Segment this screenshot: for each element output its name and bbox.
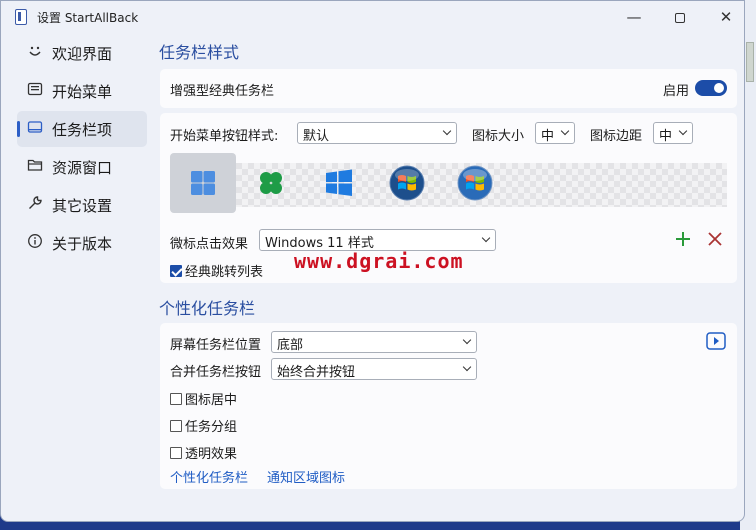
sidebar-item-about[interactable]: 关于版本 (17, 225, 147, 261)
folder-icon (27, 157, 43, 177)
combine-select[interactable]: 始终合并按钮 (271, 358, 477, 380)
sidebar: 欢迎界面 开始菜单 任务栏项 资源窗口 其它设置 关于版本 (17, 35, 147, 263)
close-icon (708, 232, 722, 246)
start-button-win7-alt[interactable] (442, 153, 508, 213)
sidebar-item-label: 开始菜单 (52, 82, 113, 101)
sidebar-item-explorer[interactable]: 资源窗口 (17, 149, 147, 185)
enhanced-taskbar-toggle[interactable] (695, 80, 727, 96)
maximize-icon (675, 12, 685, 23)
group-tasks-checkbox[interactable]: 任务分组 (170, 416, 237, 435)
sidebar-item-label: 任务栏项 (52, 120, 113, 139)
play-icon (706, 332, 726, 350)
center-icons-label: 图标居中 (185, 393, 238, 408)
click-effect-label: 微标点击效果 (170, 237, 249, 252)
add-button[interactable] (674, 230, 692, 252)
position-select[interactable]: 底部 (271, 331, 477, 353)
sidebar-item-welcome[interactable]: 欢迎界面 (17, 35, 147, 71)
icon-size-label: 图标大小 (472, 129, 525, 144)
icon-margin-value: 中 (659, 129, 673, 144)
title-bar[interactable]: 设置 StartAllBack — ✕ (1, 1, 744, 33)
desktop-widget (746, 42, 754, 82)
center-icons-checkbox[interactable]: 图标居中 (170, 389, 237, 408)
app-icon (15, 9, 27, 25)
clover-logo-icon (260, 172, 282, 194)
sidebar-item-start-menu[interactable]: 开始菜单 (17, 73, 147, 109)
close-button[interactable]: ✕ (703, 5, 749, 29)
sidebar-item-other[interactable]: 其它设置 (17, 187, 147, 223)
preview-video-button[interactable] (706, 332, 726, 354)
win11-logo-icon (191, 171, 215, 195)
remove-button[interactable] (707, 231, 723, 251)
icon-margin-select[interactable]: 中 (653, 122, 693, 144)
start-button-win7[interactable] (374, 153, 440, 213)
start-button-win11[interactable] (170, 153, 236, 213)
personalize-taskbar-link[interactable]: 个性化任务栏 (170, 467, 248, 486)
section-title-taskbar-style: 任务栏样式 (159, 43, 240, 62)
info-icon (27, 233, 43, 253)
start-button-win10[interactable] (306, 153, 372, 213)
win10-logo-icon (326, 169, 352, 196)
section-title-personalize: 个性化任务栏 (159, 299, 256, 318)
start-button-style-value: 默认 (303, 129, 330, 144)
plus-icon (676, 232, 690, 246)
win7-orb-icon (389, 165, 425, 201)
minimize-button[interactable]: — (611, 5, 657, 29)
transparent-label: 透明效果 (185, 447, 238, 462)
maximize-button[interactable] (657, 5, 703, 29)
start-button-style-select[interactable]: 默认 (297, 122, 457, 144)
watermark-text: www.dgrai.com (294, 249, 464, 273)
enhanced-taskbar-card: 增强型经典任务栏 启用 (160, 69, 737, 108)
personalize-card: 屏幕任务栏位置 底部 合并任务栏按钮 始终合并按钮 图标居中 任务分组 透明效果… (160, 323, 737, 489)
sidebar-item-label: 欢迎界面 (52, 44, 113, 63)
wrench-icon (27, 195, 43, 215)
smile-icon (27, 43, 43, 63)
icon-size-value: 中 (541, 129, 555, 144)
classic-jumplist-checkbox[interactable]: 经典跳转列表 (170, 261, 263, 280)
settings-window: 设置 StartAllBack — ✕ 欢迎界面 开始菜单 任务栏项 资源窗口 … (0, 0, 745, 522)
sidebar-item-label: 资源窗口 (52, 158, 113, 177)
position-label: 屏幕任务栏位置 (170, 338, 262, 353)
icon-size-select[interactable]: 中 (535, 122, 575, 144)
win7-orb-alt-icon (457, 165, 493, 201)
start-button-clover[interactable] (238, 153, 304, 213)
transparent-checkbox[interactable]: 透明效果 (170, 443, 237, 462)
combine-value: 始终合并按钮 (277, 365, 356, 380)
window-title: 设置 StartAllBack (37, 11, 139, 25)
checkbox-box (170, 264, 182, 277)
sidebar-item-taskbar[interactable]: 任务栏项 (17, 111, 147, 147)
position-value: 底部 (277, 338, 304, 353)
start-menu-icon (27, 81, 43, 101)
group-tasks-label: 任务分组 (185, 420, 238, 435)
taskbar-icon (27, 119, 43, 139)
click-effect-select[interactable]: Windows 11 样式 (259, 229, 496, 251)
sidebar-item-label: 关于版本 (52, 234, 113, 253)
classic-jumplist-label: 经典跳转列表 (185, 265, 264, 280)
start-button-style-label: 开始菜单按钮样式: (170, 129, 279, 144)
checkbox-box (170, 419, 182, 432)
sidebar-item-label: 其它设置 (52, 196, 113, 215)
combine-label: 合并任务栏按钮 (170, 365, 262, 380)
icon-margin-label: 图标边距 (590, 129, 643, 144)
checkbox-box (170, 392, 182, 405)
enhanced-taskbar-label: 增强型经典任务栏 (170, 84, 275, 99)
tray-icons-link[interactable]: 通知区域图标 (267, 467, 345, 486)
checkbox-box (170, 446, 182, 459)
enable-label: 启用 (663, 84, 690, 99)
